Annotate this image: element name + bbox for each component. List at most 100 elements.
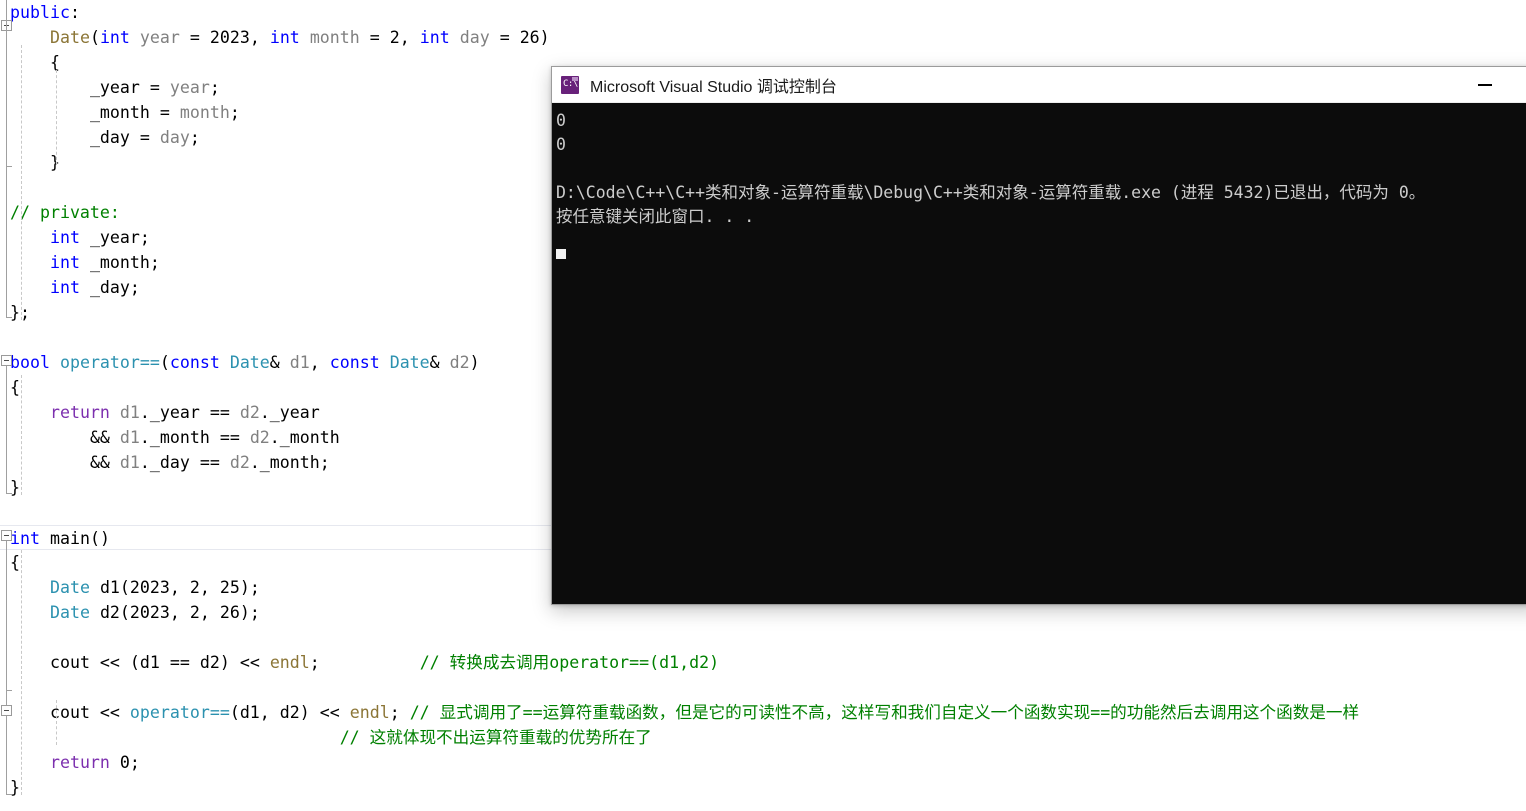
code-token: <<	[319, 703, 350, 722]
code-token: // 这就体现不出运算符重载的优势所在了	[339, 728, 652, 747]
console-output-area[interactable]: 0 0 D:\Code\C++\C++类和对象-运算符重载\Debug\C++类…	[552, 103, 1526, 604]
code-token: 26	[219, 603, 240, 622]
minimize-button[interactable]	[1462, 67, 1508, 103]
code-token: ,	[169, 578, 190, 597]
code-line[interactable]	[0, 675, 1526, 700]
code-token: ==	[209, 428, 250, 447]
code-token: day	[159, 128, 190, 147]
code-token: );	[239, 578, 260, 597]
code-token: Date	[49, 578, 90, 597]
code-token: cout	[49, 653, 90, 672]
code-line[interactable]: public:	[0, 0, 1526, 25]
code-token: int	[49, 228, 80, 247]
code-token: return	[49, 753, 110, 772]
code-token: d1	[289, 353, 310, 372]
indent-guide-1	[21, 45, 22, 320]
code-token: :	[69, 3, 80, 22]
code-token: month	[309, 28, 360, 47]
code-token: =	[149, 103, 180, 122]
code-line[interactable]: cout << operator==(d1, d2) << endl; // 显…	[0, 700, 1526, 725]
code-token: ,	[259, 703, 280, 722]
code-line[interactable]: cout << (d1 == d2) << endl; // 转换成去调用ope…	[0, 650, 1526, 675]
code-token: Date	[49, 603, 90, 622]
console-window[interactable]: C:\ Microsoft Visual Studio 调试控制台 0 0 D:…	[551, 66, 1526, 605]
code-token: <<	[239, 653, 270, 672]
code-token: int	[10, 529, 40, 548]
code-token: const	[329, 353, 380, 372]
collapse-toggle-date-ctor[interactable]	[1, 20, 12, 31]
code-token: =	[129, 128, 160, 147]
code-token: (	[129, 653, 140, 672]
code-token: d2	[199, 653, 220, 672]
collapse-toggle-main[interactable]	[1, 530, 12, 541]
collapse-toggle-operator-eq[interactable]	[1, 355, 12, 366]
code-token: ._month	[269, 428, 340, 447]
code-token: ,	[399, 28, 420, 47]
code-token: =	[489, 28, 520, 47]
code-line[interactable]: Date(int year = 2023, int month = 2, int…	[0, 25, 1526, 50]
indent-guide-2	[56, 70, 57, 165]
code-token: // private:	[10, 203, 120, 222]
code-token: Date	[229, 353, 270, 372]
code-line[interactable]: // 这就体现不出运算符重载的优势所在了	[0, 725, 1526, 750]
code-token: month	[179, 103, 230, 122]
code-token: ._day	[139, 453, 190, 472]
code-token: &	[269, 353, 290, 372]
console-line: 按任意键关闭此窗口. . .	[556, 207, 755, 226]
code-token: ==	[199, 403, 240, 422]
code-token: (	[119, 603, 130, 622]
code-token: ._year	[259, 403, 320, 422]
code-line[interactable]: return 0;	[0, 750, 1526, 775]
code-token: _year;	[79, 228, 150, 247]
code-token: _month;	[79, 253, 160, 272]
code-token: ==	[189, 453, 230, 472]
code-token: int	[49, 278, 80, 297]
code-line[interactable]: }	[0, 775, 1526, 800]
code-token: (	[159, 353, 170, 372]
code-token: 2	[189, 603, 200, 622]
code-token: _year	[89, 78, 140, 97]
code-token: =	[139, 78, 170, 97]
code-token: }	[10, 478, 20, 497]
console-titlebar[interactable]: C:\ Microsoft Visual Studio 调试控制台	[552, 67, 1526, 103]
code-token: 2023	[129, 603, 170, 622]
code-token: ;	[209, 78, 220, 97]
console-line: 0	[556, 111, 566, 130]
code-token: operator==	[129, 703, 230, 722]
code-token: ;	[229, 103, 240, 122]
code-token: 0	[119, 753, 130, 772]
collapse-toggle-cout-stmt[interactable]	[1, 705, 12, 716]
code-token: d2	[229, 453, 250, 472]
code-token: )	[219, 653, 240, 672]
code-token: ;	[309, 653, 320, 672]
code-token: return	[49, 403, 110, 422]
code-token: d2	[249, 428, 270, 447]
code-token: int	[269, 28, 300, 47]
code-token: d2	[99, 603, 120, 622]
code-token: ._month;	[249, 453, 330, 472]
code-token: ,	[249, 28, 270, 47]
code-token: };	[10, 303, 30, 322]
code-token: ;	[129, 753, 140, 772]
code-token: ,	[199, 578, 220, 597]
code-token: 2	[189, 578, 200, 597]
code-token: int	[419, 28, 450, 47]
code-token: d2	[449, 353, 470, 372]
code-line[interactable]	[0, 625, 1526, 650]
code-token: 26	[519, 28, 540, 47]
code-token: 2023	[129, 578, 170, 597]
code-token: &	[429, 353, 450, 372]
code-token: (	[89, 28, 100, 47]
